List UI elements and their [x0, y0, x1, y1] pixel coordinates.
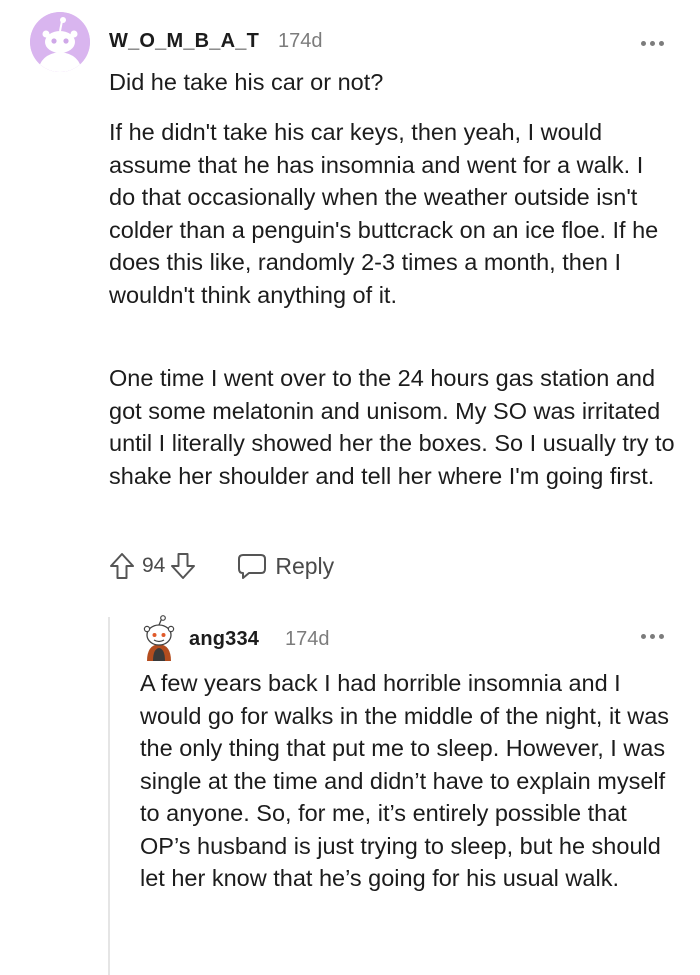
speech-bubble-icon [238, 554, 267, 579]
dot-icon [650, 40, 655, 46]
avatar[interactable] [30, 12, 90, 72]
comment-paragraph: Did he take his car or not? [109, 69, 384, 95]
comment-username[interactable]: W_O_M_B_A_T [109, 30, 259, 53]
more-options-button[interactable] [641, 33, 669, 53]
reply-username[interactable]: ang334 [189, 628, 259, 651]
reply-age: 174d [285, 628, 330, 650]
arrow-down-icon [171, 553, 196, 579]
comment-paragraph: One time I went over to the 24 hours gas… [109, 365, 675, 489]
comment-paragraph: If he didn't take his car keys, then yea… [109, 119, 659, 308]
dot-icon [650, 633, 655, 639]
reply-paragraph: A few years back I had horrible insomnia… [140, 670, 670, 891]
dot-icon [641, 40, 646, 46]
comment-age: 174d [278, 30, 323, 52]
reply-more-options-button[interactable] [641, 626, 669, 646]
arrow-up-icon [110, 553, 134, 579]
vote-count: 94 [142, 554, 166, 577]
downvote-button[interactable] [169, 551, 197, 581]
upvote-button[interactable] [108, 551, 136, 581]
reply-button[interactable]: Reply [237, 552, 334, 580]
snoo-avatar-icon [30, 12, 90, 72]
dot-icon [641, 633, 646, 639]
snoo-avatar-icon [143, 615, 175, 661]
comment-actions: 94 Reply [108, 548, 334, 584]
thread-line[interactable] [108, 617, 110, 975]
dot-icon [659, 40, 664, 46]
reply-avatar[interactable] [140, 615, 178, 661]
dot-icon [659, 633, 664, 639]
reply-label: Reply [275, 552, 335, 579]
